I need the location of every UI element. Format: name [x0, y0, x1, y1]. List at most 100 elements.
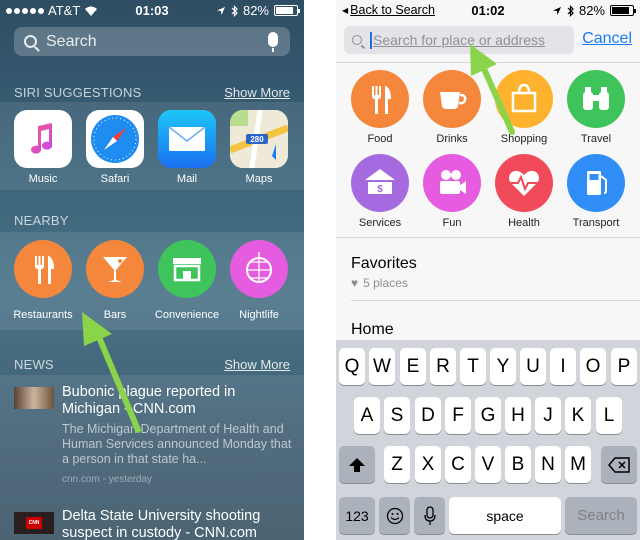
news-thumbnail: [14, 387, 54, 409]
key-p[interactable]: P: [611, 348, 637, 385]
numbers-key[interactable]: 123: [339, 497, 375, 534]
app-safari[interactable]: [86, 110, 144, 168]
news-show-more-link[interactable]: Show More: [224, 357, 290, 372]
search-icon: [352, 35, 362, 45]
category-drinks[interactable]: [423, 70, 481, 128]
news-title[interactable]: Delta State University shooting suspect …: [62, 508, 294, 540]
cnn-logo: CNN: [26, 517, 42, 529]
microphone-icon: [423, 505, 436, 525]
shift-key[interactable]: [339, 446, 375, 483]
bank-icon: $: [365, 169, 395, 195]
key-t[interactable]: T: [460, 348, 486, 385]
key-i[interactable]: I: [550, 348, 576, 385]
search-key[interactable]: Search: [565, 497, 637, 534]
nearby-restaurants[interactable]: [14, 240, 72, 298]
favorites-title[interactable]: Favorites: [351, 255, 417, 273]
space-key[interactable]: space: [449, 497, 561, 534]
battery-icon: [274, 5, 300, 16]
category-label: Drinks: [436, 133, 468, 145]
binoculars-icon: [583, 87, 609, 110]
category-food[interactable]: [351, 70, 409, 128]
coffee-cup-icon: [440, 92, 467, 109]
key-e[interactable]: E: [400, 348, 426, 385]
category-label: Health: [508, 217, 540, 229]
heart-pulse-icon: [509, 170, 539, 196]
nearby-label: Nightlife: [239, 309, 279, 321]
status-bar: AT&T 01:03 82%: [0, 0, 304, 20]
app-label: Mail: [176, 173, 198, 185]
location-icon: [216, 6, 225, 15]
category-services[interactable]: $: [351, 154, 409, 212]
disco-ball-icon: [246, 252, 272, 283]
key-h[interactable]: H: [505, 397, 531, 434]
spotlight-search-field[interactable]: Search: [14, 27, 290, 56]
key-m[interactable]: M: [565, 446, 591, 483]
app-label: Music: [28, 173, 58, 185]
category-label: Shopping: [500, 133, 548, 145]
app-maps[interactable]: 280: [230, 110, 288, 168]
nearby-nightlife[interactable]: [230, 240, 288, 298]
search-placeholder: Search for place or address: [373, 32, 545, 48]
microphone-icon[interactable]: [268, 32, 278, 52]
news-summary: The Michigan Department of Health and Hu…: [62, 422, 292, 466]
key-u[interactable]: U: [520, 348, 546, 385]
app-mail[interactable]: [158, 110, 216, 168]
nearby-convenience[interactable]: [158, 240, 216, 298]
battery-icon: [610, 5, 636, 16]
category-label: Fun: [442, 217, 462, 229]
category-label: Services: [358, 217, 402, 229]
nearby-header: NEARBY: [14, 213, 69, 228]
nearby-bars[interactable]: [86, 240, 144, 298]
key-q[interactable]: Q: [339, 348, 365, 385]
category-fun[interactable]: [423, 154, 481, 212]
search-placeholder: Search: [46, 32, 97, 50]
maps-search-input[interactable]: Search for place or address: [344, 26, 574, 54]
key-k[interactable]: K: [565, 397, 591, 434]
emoji-key[interactable]: [379, 497, 410, 534]
category-label: Travel: [580, 133, 612, 145]
key-d[interactable]: D: [415, 397, 441, 434]
key-v[interactable]: V: [475, 446, 501, 483]
battery-percent: 82%: [242, 3, 269, 18]
key-n[interactable]: N: [535, 446, 561, 483]
music-icon: [31, 123, 52, 154]
divider: [336, 237, 640, 238]
key-g[interactable]: G: [475, 397, 501, 434]
keyboard: Q W E R T Y U I O P A S D F G H J K L Z …: [336, 340, 640, 540]
key-x[interactable]: X: [415, 446, 441, 483]
key-c[interactable]: C: [445, 446, 471, 483]
category-transport[interactable]: [567, 154, 625, 212]
siri-show-more-link[interactable]: Show More: [224, 85, 290, 100]
key-z[interactable]: Z: [384, 446, 410, 483]
delete-key[interactable]: [601, 446, 637, 483]
key-f[interactable]: F: [445, 397, 471, 434]
home-item[interactable]: Home: [351, 321, 394, 339]
key-b[interactable]: B: [505, 446, 531, 483]
cancel-button[interactable]: Cancel: [582, 30, 632, 48]
key-s[interactable]: S: [384, 397, 410, 434]
divider: [336, 62, 640, 63]
category-shopping[interactable]: [495, 70, 553, 128]
key-o[interactable]: O: [580, 348, 606, 385]
key-a[interactable]: A: [354, 397, 380, 434]
dictation-key[interactable]: [414, 497, 445, 534]
key-y[interactable]: Y: [490, 348, 516, 385]
fork-knife-icon: [35, 256, 54, 284]
shift-arrow-icon: [349, 457, 365, 472]
compass-icon: [91, 115, 139, 163]
app-label: Maps: [245, 173, 273, 185]
key-w[interactable]: W: [369, 348, 395, 385]
cocktail-icon: [103, 257, 127, 282]
map-icon: 280: [230, 110, 288, 168]
news-title[interactable]: Bubonic plague reported in Michigan - CN…: [62, 384, 294, 418]
app-music[interactable]: [14, 110, 72, 168]
key-l[interactable]: L: [596, 397, 622, 434]
envelope-icon: [168, 126, 206, 151]
key-j[interactable]: J: [535, 397, 561, 434]
divider: [351, 300, 640, 301]
store-icon: [173, 258, 201, 282]
key-r[interactable]: R: [430, 348, 456, 385]
category-health[interactable]: [495, 154, 553, 212]
category-travel[interactable]: [567, 70, 625, 128]
app-label: Safari: [100, 173, 130, 185]
